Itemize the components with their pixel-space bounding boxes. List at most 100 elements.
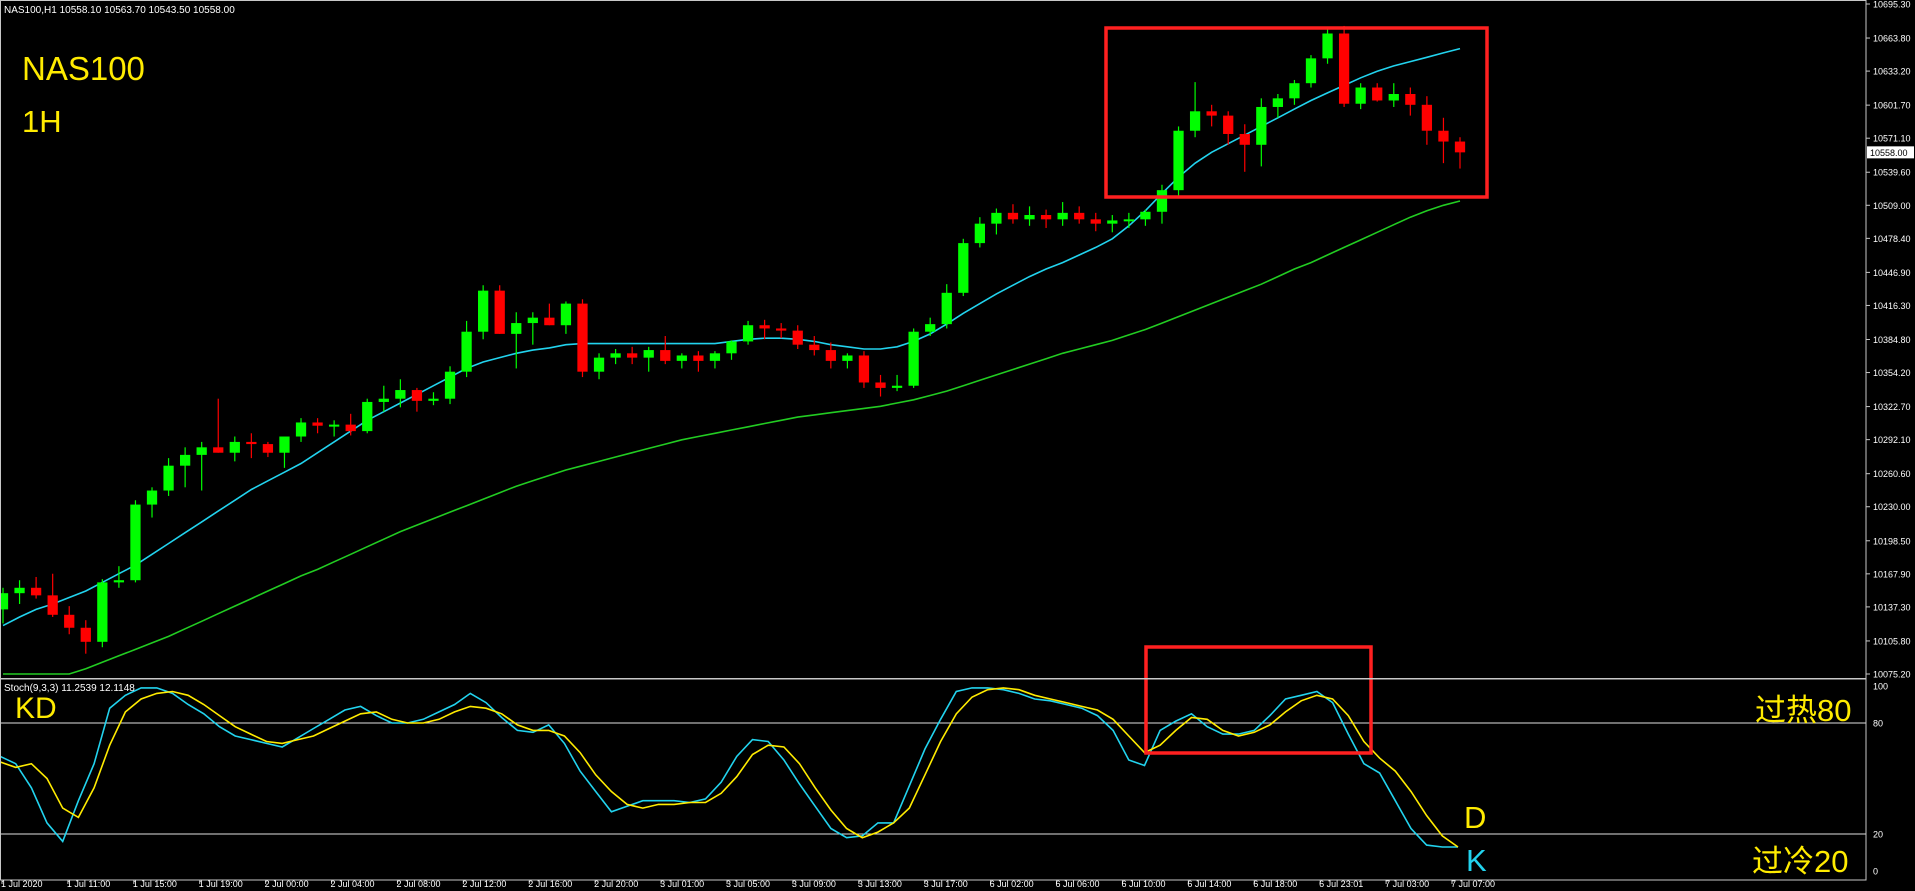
- candle-body: [213, 447, 224, 453]
- price-axis-tick-label: 10478.40: [1873, 234, 1911, 244]
- time-axis-tick-label: 2 Jul 12:00: [462, 879, 506, 889]
- time-axis-tick-label: 2 Jul 16:00: [528, 879, 572, 889]
- candle: [908, 328, 919, 388]
- candle: [362, 398, 373, 434]
- candle: [858, 351, 870, 388]
- candle-body: [908, 331, 919, 386]
- time-axis-tick-label: 6 Jul 18:00: [1253, 879, 1297, 889]
- candle-body: [527, 317, 538, 324]
- candle-body: [1421, 104, 1433, 131]
- trading-chart[interactable]: 10695.30 10663.80 10633.20 10601.70 10571.10…: [0, 0, 1915, 891]
- candle-body: [444, 371, 456, 399]
- candle-body: [1322, 33, 1333, 59]
- candle-body: [759, 325, 770, 329]
- time-axis-tick-label: 1 Jul 2020: [1, 879, 43, 889]
- candle-body: [1156, 190, 1168, 212]
- candle-body: [709, 353, 721, 361]
- candle-body: [776, 328, 787, 331]
- candle-body: [478, 290, 489, 332]
- candle-body: [1007, 212, 1019, 220]
- candle-body: [395, 390, 406, 399]
- candle: [1173, 126, 1184, 196]
- time-axis-tick-label: 1 Jul 11:00: [67, 879, 110, 889]
- candle-body: [163, 465, 174, 491]
- price-axis-tick-label: 10105.80: [1873, 636, 1911, 646]
- price-axis-tick-label: 10384.80: [1873, 335, 1911, 345]
- price-axis-tick-label: 10446.90: [1873, 268, 1911, 278]
- time-axis-tick-label: 2 Jul 04:00: [331, 879, 375, 889]
- candle-body: [1223, 115, 1234, 134]
- time-axis-tick-label: 3 Jul 05:00: [726, 879, 770, 889]
- symbol-label: NAS100: [22, 50, 145, 87]
- price-axis-tick-label: 10571.10: [1873, 134, 1911, 144]
- candle-body: [295, 422, 307, 437]
- candle-body: [693, 355, 704, 361]
- candle-body: [1040, 215, 1052, 220]
- candle-body: [262, 444, 274, 453]
- candle: [444, 366, 456, 405]
- price-axis-tick-label: 10354.20: [1873, 368, 1911, 378]
- candle-body: [1173, 130, 1184, 191]
- candle-body: [229, 441, 240, 453]
- candle-body: [411, 390, 423, 401]
- candle-body: [941, 292, 952, 325]
- price-axis-tick-label: 10695.30: [1873, 0, 1911, 10]
- time-axis-tick-label: 3 Jul 13:00: [858, 879, 902, 889]
- time-axis-tick-label: 2 Jul 00:00: [265, 879, 309, 889]
- time-axis-tick-label: 7 Jul 07:00: [1451, 879, 1495, 889]
- candle-body: [1289, 83, 1300, 99]
- candle-body: [1338, 33, 1350, 104]
- candle-body: [742, 325, 754, 342]
- time-axis-tick-label: 1 Jul 19:00: [199, 879, 243, 889]
- candle-body: [1256, 106, 1267, 145]
- d-line-label: D: [1464, 800, 1487, 835]
- candle-body: [1107, 220, 1118, 224]
- candle-body: [627, 353, 638, 358]
- candle-body: [676, 355, 687, 361]
- candle-body: [792, 330, 803, 345]
- candle-body: [146, 490, 158, 505]
- candle-body: [825, 350, 836, 361]
- time-axis-tick-label: 6 Jul 14:00: [1187, 879, 1231, 889]
- price-axis-tick-label: 10322.70: [1873, 402, 1911, 412]
- candle-body: [1438, 130, 1449, 142]
- time-axis-tick-label: 7 Jul 03:00: [1385, 879, 1429, 889]
- price-axis-tick-label: 10167.90: [1873, 569, 1911, 579]
- candle-body: [842, 355, 853, 361]
- candle-body: [97, 582, 108, 642]
- time-axis-tick-label: 6 Jul 06:00: [1056, 879, 1100, 889]
- candle-body: [113, 580, 125, 583]
- price-axis-tick-label: 10663.80: [1873, 34, 1911, 44]
- candle-body: [179, 454, 191, 466]
- candle-body: [1189, 111, 1201, 131]
- oversold-label: 过冷20: [1752, 844, 1849, 879]
- candle-body: [891, 385, 903, 388]
- candle-body: [378, 398, 389, 402]
- candle: [97, 579, 108, 648]
- candle-body: [1024, 215, 1035, 220]
- candle: [577, 299, 588, 378]
- candle-body: [1239, 133, 1250, 145]
- candle-body: [991, 212, 1002, 224]
- candle-body: [30, 587, 42, 596]
- candle-body: [1355, 87, 1366, 104]
- candle-body: [925, 324, 936, 332]
- candle-body: [1405, 94, 1416, 105]
- candle-body: [64, 614, 75, 628]
- candle-body: [1272, 98, 1284, 107]
- price-axis-tick-label: 10198.50: [1873, 536, 1911, 546]
- main-header-info: NAS100,H1 10558.10 10563.70 10543.50 105…: [4, 5, 235, 16]
- candle-body: [974, 223, 985, 244]
- candle-body: [80, 627, 91, 642]
- candle-body: [511, 323, 522, 334]
- stoch-axis-tick-label: 20: [1873, 830, 1883, 840]
- timeframe-label: 1H: [22, 104, 62, 139]
- candle-body: [196, 447, 207, 455]
- k-line-label: K: [1466, 843, 1487, 878]
- candle-body: [1388, 94, 1399, 101]
- candle-body: [1305, 58, 1317, 84]
- candle-body: [494, 290, 505, 334]
- candle-body: [246, 441, 257, 445]
- candle-body: [610, 353, 621, 358]
- candle-body: [643, 350, 654, 358]
